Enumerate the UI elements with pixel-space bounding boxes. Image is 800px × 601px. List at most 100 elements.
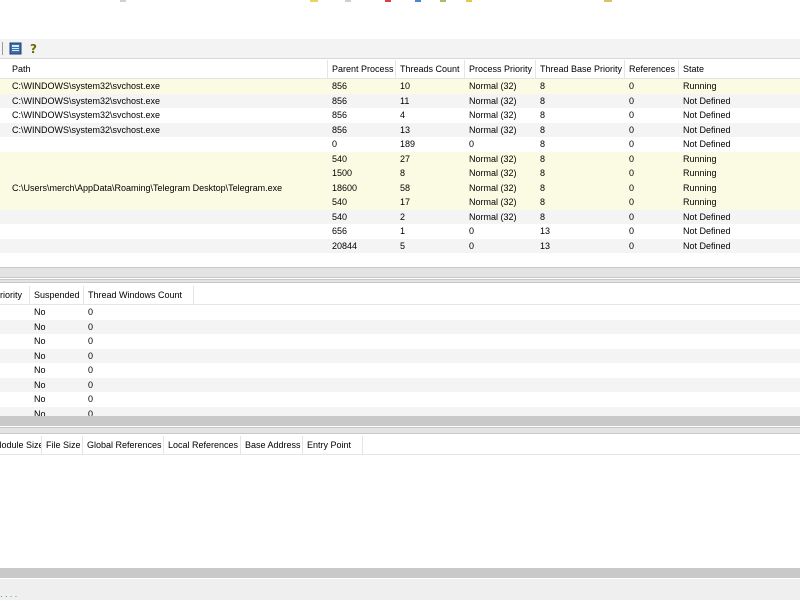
cell-thread-windows-count: 0 <box>88 336 94 346</box>
table-row[interactable]: C:\WINDOWS\system32\svchost.exe 856 13 Norm… <box>0 122 800 137</box>
cell-references: 0 <box>629 95 635 106</box>
column-header-thread-windows-count[interactable]: Thread Windows Count <box>84 286 194 304</box>
list-item[interactable]: No 0 <box>0 305 800 320</box>
table-row[interactable]: C:\WINDOWS\system32\svchost.exe 856 11 Norm… <box>0 93 800 108</box>
list-item[interactable]: No 0 <box>0 319 800 334</box>
column-header-module-size[interactable]: Module Size <box>0 436 42 454</box>
module-table-header: Module Size File Size Global References … <box>0 436 800 455</box>
toolbar: ? <box>0 39 800 59</box>
column-header-threads-count[interactable]: Threads Count <box>396 60 465 78</box>
cell-thread-base-priority: 13 <box>540 240 551 251</box>
module-table: Module Size File Size Global References … <box>0 436 800 566</box>
fragment-icon <box>440 0 446 2</box>
fragment-icon <box>310 0 318 2</box>
column-header-parent-process[interactable]: Parent Process <box>328 60 396 78</box>
table-row[interactable]: 540 2 Normal (32) 8 0 Not Defined <box>0 209 800 225</box>
cell-state: Running <box>683 197 717 207</box>
cell-thread-base-priority: 8 <box>540 139 546 149</box>
cell-threads-count: 5 <box>400 240 406 251</box>
cell-parent-process: 1500 <box>332 168 353 178</box>
cell-thread-base-priority: 8 <box>540 182 546 193</box>
cell-thread-windows-count: 0 <box>88 307 94 317</box>
cell-references: 0 <box>629 110 635 120</box>
cell-path: C:\WINDOWS\system32\svchost.exe <box>12 110 161 120</box>
splitter[interactable] <box>0 427 800 434</box>
cell-threads-count: 189 <box>400 139 416 149</box>
list-item[interactable]: No 0 <box>0 406 800 417</box>
table-row[interactable]: 0 189 0 8 0 Not Defined <box>0 137 800 152</box>
cell-thread-windows-count: 0 <box>88 408 94 417</box>
cell-references: 0 <box>629 226 635 236</box>
cell-thread-base-priority: 8 <box>540 110 546 120</box>
cell-threads-count: 10 <box>400 81 411 91</box>
column-header-file-size[interactable]: File Size <box>42 436 83 454</box>
cell-state: Not Defined <box>683 124 731 135</box>
column-header-global-references[interactable]: Global References <box>83 436 164 454</box>
thread-horizontal-scrollbar[interactable] <box>0 416 800 426</box>
cell-thread-base-priority: 13 <box>540 226 551 236</box>
cell-state: Running <box>683 81 717 91</box>
list-item[interactable]: No 0 <box>0 334 800 349</box>
column-header-entry-point[interactable]: Entry Point <box>303 436 363 454</box>
properties-button[interactable] <box>7 41 23 56</box>
thread-table-header: Priority Suspended Thread Windows Count <box>0 286 800 305</box>
table-row[interactable]: C:\WINDOWS\system32\svchost.exe 856 4 Norma… <box>0 108 800 123</box>
properties-icon <box>9 42 21 55</box>
table-row[interactable]: 540 17 Normal (32) 8 0 Running <box>0 195 800 210</box>
table-row[interactable]: C:\WINDOWS\system32\svchost.exe 856 10 Norm… <box>0 79 800 94</box>
cell-parent-process: 540 <box>332 211 348 222</box>
cell-path: C:\Users\merch\AppData\Roaming\Telegram … <box>12 182 283 193</box>
column-header-priority[interactable]: Priority <box>0 286 30 304</box>
list-item[interactable]: No 0 <box>0 348 800 363</box>
table-row[interactable]: C:\Users\merch\AppData\Roaming\Telegram … <box>0 180 800 195</box>
column-header-path[interactable]: Path <box>8 60 328 78</box>
help-button[interactable]: ? <box>25 41 41 56</box>
cell-thread-base-priority: 8 <box>540 153 546 164</box>
cell-path <box>8 195 328 210</box>
cell-thread-base-priority: 8 <box>540 211 546 222</box>
column-header-suspended[interactable]: Suspended <box>30 286 84 304</box>
cell-path <box>8 152 328 167</box>
table-row[interactable]: 20844 5 0 13 0 Not Defined <box>0 238 800 253</box>
cell-threads-count: 4 <box>400 110 406 120</box>
cell-state: Not Defined <box>683 139 731 149</box>
column-header-process-priority[interactable]: Process Priority <box>465 60 536 78</box>
cell-process-priority: Normal (32) <box>469 124 517 135</box>
cell-thread-base-priority: 8 <box>540 81 546 91</box>
column-header-references[interactable]: References <box>625 60 679 78</box>
cell-path <box>8 224 328 239</box>
cell-suspended: No <box>34 394 46 404</box>
list-item[interactable]: No 0 <box>0 377 800 392</box>
cell-thread-windows-count: 0 <box>88 321 94 332</box>
column-header-local-references[interactable]: Local References <box>164 436 241 454</box>
column-header-base-address[interactable]: Base Address <box>241 436 303 454</box>
cell-suspended: No <box>34 365 46 375</box>
fragment-icon <box>604 0 612 2</box>
cell-references: 0 <box>629 211 635 222</box>
cell-process-priority: 0 <box>469 240 475 251</box>
module-horizontal-scrollbar[interactable] <box>0 568 800 578</box>
cell-parent-process: 540 <box>332 197 348 207</box>
cell-parent-process: 20844 <box>332 240 358 251</box>
cell-references: 0 <box>629 168 635 178</box>
column-header-thread-base-priority[interactable]: Thread Base Priority <box>536 60 625 78</box>
list-item[interactable]: No 0 <box>0 392 800 407</box>
cell-parent-process: 656 <box>332 226 348 236</box>
cell-process-priority: Normal (32) <box>469 168 517 178</box>
table-row[interactable]: 540 27 Normal (32) 8 0 Running <box>0 151 800 167</box>
table-row[interactable]: 656 1 0 13 0 Not Defined <box>0 224 800 239</box>
cell-path <box>8 210 328 225</box>
process-table: Path Parent Process Threads Count Proces… <box>0 60 800 267</box>
cell-thread-windows-count: 0 <box>88 350 94 361</box>
cell-threads-count: 58 <box>400 182 411 193</box>
cell-process-priority: 0 <box>469 226 475 236</box>
cell-path: C:\WINDOWS\system32\svchost.exe <box>12 124 161 135</box>
list-item[interactable]: No 0 <box>0 363 800 378</box>
cell-process-priority: Normal (32) <box>469 197 517 207</box>
cell-state: Running <box>683 182 717 193</box>
process-table-header: Path Parent Process Threads Count Proces… <box>0 60 800 79</box>
cell-suspended: No <box>34 379 46 390</box>
splitter[interactable] <box>0 267 800 278</box>
column-header-state[interactable]: State <box>679 60 800 78</box>
table-row[interactable]: 1500 8 Normal (32) 8 0 Running <box>0 166 800 181</box>
